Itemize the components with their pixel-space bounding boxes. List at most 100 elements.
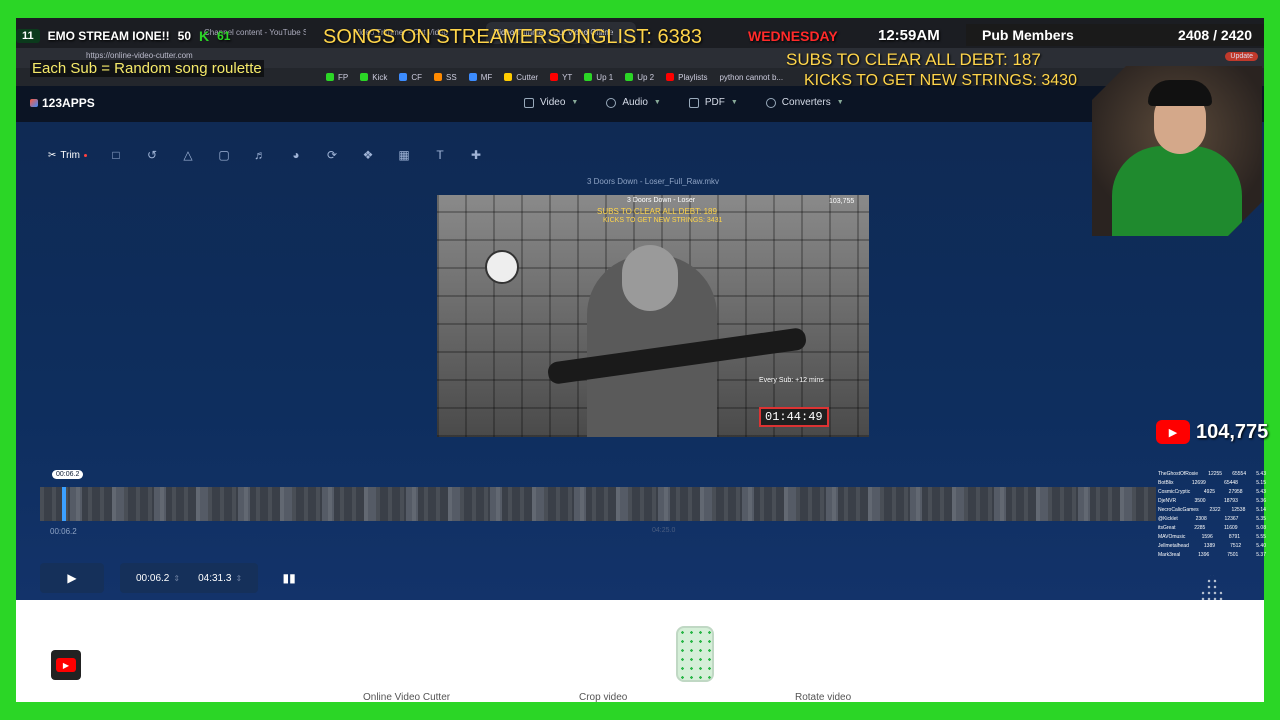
rotate-icon[interactable]: ↺ bbox=[141, 144, 163, 166]
menu-pdf[interactable]: PDF ▼ bbox=[688, 97, 738, 108]
video-timer: 01:44:49 bbox=[759, 407, 829, 427]
youtube-icon: ▶ bbox=[56, 658, 76, 672]
video-preview[interactable]: 3 Doors Down - Loser SUBS TO CLEAR ALL D… bbox=[437, 195, 869, 437]
trim-tool[interactable]: ✂ Trim bbox=[44, 144, 91, 166]
volume-icon[interactable]: ♬ bbox=[249, 144, 271, 166]
kick-icon: K bbox=[199, 28, 210, 44]
footer-link-rotate[interactable]: Rotate video bbox=[795, 692, 851, 702]
bookmark-mf[interactable]: MF bbox=[468, 73, 492, 82]
ss-icon bbox=[434, 73, 443, 81]
bookmark-label: Up 1 bbox=[596, 72, 614, 82]
app-header: 123APPS Video ▼ Audio ▼ PDF ▼ Converters ▼ bbox=[16, 86, 1264, 122]
image-icon[interactable]: ▦ bbox=[393, 144, 415, 166]
chevron-down-icon: ▼ bbox=[730, 99, 738, 106]
start-time-label: 00:06.2 bbox=[50, 527, 77, 536]
leaderboard-row: MAVOmusic 1596 8791 5.55 bbox=[1158, 533, 1266, 542]
split-button[interactable]: ▮▮ bbox=[274, 563, 304, 593]
trim-times: 00:06.2 ⇕ 04:31.3 ⇕ bbox=[120, 563, 259, 593]
trim-start-handle[interactable] bbox=[62, 487, 66, 521]
leaderboard-cell: 65448 bbox=[1224, 480, 1238, 486]
start-time-field[interactable]: 00:06.2 ⇕ bbox=[136, 573, 180, 584]
chevron-down-icon: ▼ bbox=[571, 99, 579, 106]
youtube-icon: ▶ bbox=[1156, 420, 1190, 444]
bookmark-playlists[interactable]: Playlists bbox=[666, 73, 707, 82]
music-icon bbox=[606, 97, 617, 108]
leaderboard-cell: 12255 bbox=[1208, 471, 1223, 477]
bookmark-python[interactable]: python cannot b... bbox=[719, 73, 783, 82]
end-time-field[interactable]: 04:31.3 ⇕ bbox=[198, 573, 242, 584]
leaderboard-cell: itsGreat bbox=[1158, 525, 1176, 531]
loop-icon[interactable]: ⟳ bbox=[321, 144, 343, 166]
webcam-feed bbox=[1092, 66, 1262, 236]
leaderboard-cell: BotBlix bbox=[1158, 480, 1174, 486]
bookmark-cf[interactable]: CF bbox=[399, 73, 422, 82]
footer-area: ▶ Online Video Cutter Crop video Rotate … bbox=[16, 600, 1264, 702]
stabilize-icon[interactable]: ❖ bbox=[357, 144, 379, 166]
chevron-down-icon: ▼ bbox=[653, 99, 661, 106]
pub-value: 2408 / 2420 bbox=[1178, 27, 1252, 43]
speed-icon[interactable]: ◕ bbox=[285, 144, 307, 166]
video-kicks-text: KICKS TO GET NEW STRINGS: 3431 bbox=[603, 217, 723, 224]
url-text[interactable]: https://online-video-cutter.com bbox=[86, 51, 193, 60]
leaderboard-cell: 1396 bbox=[1198, 552, 1210, 558]
flip-icon[interactable]: △ bbox=[177, 144, 199, 166]
bookmark-up2[interactable]: Up 2 bbox=[625, 73, 654, 82]
streamer-cap bbox=[1148, 80, 1212, 106]
trim-label: Trim bbox=[60, 149, 81, 161]
bookmark-up1[interactable]: Up 1 bbox=[584, 73, 613, 82]
kick-count: 61 bbox=[217, 29, 231, 43]
sub-roulette-text: Each Sub = Random song roulette bbox=[30, 60, 264, 77]
play-button[interactable]: ▶ bbox=[40, 563, 104, 593]
footer-link-cutter[interactable]: Online Video Cutter bbox=[363, 692, 450, 702]
leaderboard-cell: Mark3real bbox=[1158, 552, 1181, 558]
crop-icon[interactable]: □ bbox=[105, 144, 127, 166]
file-name: 3 Doors Down - Loser_Full_Raw.mkv bbox=[586, 177, 720, 186]
logo-icon bbox=[30, 99, 38, 107]
rank-badge: 11 bbox=[16, 29, 40, 43]
update-button[interactable]: Update bbox=[1225, 52, 1258, 61]
timeline-strip[interactable] bbox=[40, 487, 1156, 521]
stepper-icon[interactable]: ⇕ bbox=[173, 574, 180, 583]
stream-frame: Channel content - YouTube Studio Video T… bbox=[0, 0, 1280, 720]
day-label: WEDNESDAY bbox=[748, 28, 838, 44]
bookmark-kick[interactable]: Kick bbox=[360, 73, 387, 82]
leaderboard-cell: 65554 bbox=[1232, 471, 1247, 477]
overlay-status: 11 EMO STREAM IONE!! 50 K 61 bbox=[16, 28, 230, 44]
kicks-strings-text: KICKS TO GET NEW STRINGS: 3430 bbox=[804, 72, 1077, 89]
leaderboard-row: @Kicklet 2308 12367 5.35 bbox=[1158, 515, 1266, 524]
bookmark-ss[interactable]: SS bbox=[434, 73, 457, 82]
leaderboard: TheGhostOfRosie 12255 65554 5.43 BotBlix 1269… bbox=[1158, 470, 1266, 580]
main-menu: Video ▼ Audio ▼ PDF ▼ Converters ▼ bbox=[524, 97, 844, 108]
menu-audio[interactable]: Audio ▼ bbox=[606, 97, 661, 108]
video-every-sub: Every Sub: +12 mins bbox=[759, 377, 824, 384]
split-icon[interactable]: ✚ bbox=[465, 144, 487, 166]
browser-window: Channel content - YouTube Studio Video T… bbox=[16, 18, 1264, 702]
youtube-icon bbox=[666, 73, 675, 81]
leaderboard-cell: 5.37 bbox=[1256, 552, 1266, 558]
leaderboard-cell: Jellmetalhead bbox=[1158, 543, 1189, 549]
leaderboard-cell: 7501 bbox=[1227, 552, 1239, 558]
stepper-icon[interactable]: ⇕ bbox=[235, 574, 242, 583]
text-icon[interactable]: T bbox=[429, 144, 451, 166]
bookmark-cutter[interactable]: Cutter bbox=[504, 73, 538, 82]
menu-label: Converters bbox=[781, 97, 831, 108]
leaderboard-row: Jellmetalhead 1389 7512 5.40 bbox=[1158, 542, 1266, 551]
bookmark-label: FP bbox=[338, 72, 349, 82]
youtube-app-icon[interactable]: ▶ bbox=[51, 650, 81, 680]
video-views: 103,755 bbox=[829, 198, 855, 205]
youtube-counter: ▶ 104,775 bbox=[1156, 420, 1268, 444]
resize-icon[interactable]: ▢ bbox=[213, 144, 235, 166]
bookmark-yt[interactable]: YT bbox=[550, 73, 572, 82]
menu-converters[interactable]: Converters ▼ bbox=[765, 97, 844, 108]
clock-time: 12:59AM bbox=[878, 27, 940, 44]
leaderboard-cell: 5.43 bbox=[1256, 489, 1266, 495]
bookmark-fp[interactable]: FP bbox=[326, 73, 348, 82]
leaderboard-cell: 5.40 bbox=[1256, 543, 1266, 549]
leaderboard-cell: 5.55 bbox=[1256, 534, 1266, 540]
app-logo[interactable]: 123APPS bbox=[30, 96, 95, 110]
footer-link-crop[interactable]: Crop video bbox=[579, 692, 627, 702]
songs-counter: SONGS ON STREAMERSONGLIST: 6383 bbox=[323, 26, 702, 48]
leaderboard-cell: 5.35 bbox=[1256, 516, 1266, 522]
leaderboard-cell: 5.15 bbox=[1256, 480, 1266, 486]
menu-video[interactable]: Video ▼ bbox=[524, 97, 578, 108]
